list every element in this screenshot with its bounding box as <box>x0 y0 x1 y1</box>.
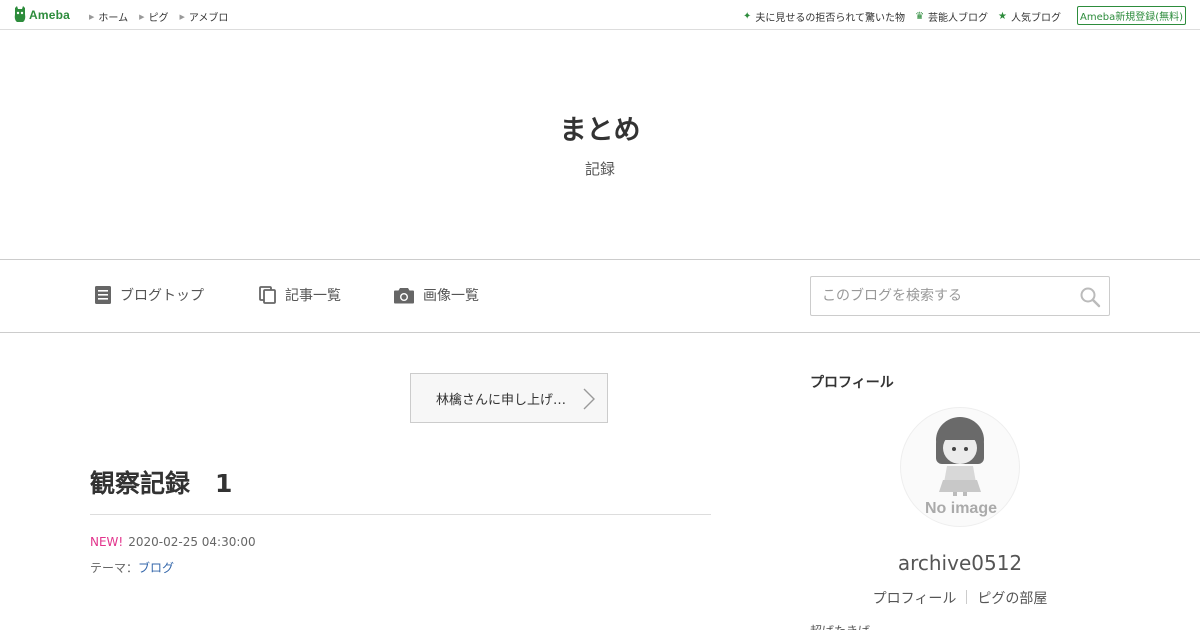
ameba-logo[interactable]: Ameba <box>13 6 70 23</box>
next-article-button[interactable]: 林檎さんに申し上げ… <box>410 373 608 423</box>
profile-bio-partial: 超ばたきば <box>810 622 870 630</box>
star-icon: ★ <box>998 11 1007 22</box>
profile-username[interactable]: archive0512 <box>810 551 1110 575</box>
logo-text: Ameba <box>29 7 71 22</box>
link-label: 人気ブログ <box>1011 13 1061 24</box>
nav-item-label: 記事一覧 <box>285 288 341 304</box>
divider <box>90 514 711 515</box>
blog-description: 記録 <box>584 160 615 178</box>
nav-item-label: 画像一覧 <box>423 288 479 304</box>
sparkle-icon: ✦ <box>742 11 752 22</box>
nav-article-list[interactable]: 記事一覧 <box>259 285 341 305</box>
ameba-mascot-icon <box>14 6 26 22</box>
chevron-right-icon <box>583 388 595 410</box>
theme-link[interactable]: ブログ <box>138 561 174 575</box>
nav-blog-top[interactable]: ブログトップ <box>95 285 204 305</box>
search-icon[interactable] <box>1079 286 1101 308</box>
next-article-label: 林檎さんに申し上げ… <box>436 392 567 408</box>
entry-title[interactable]: 観察記録 1 <box>90 464 232 500</box>
nav-ameblo-link[interactable]: ▶ アメブロ <box>179 9 229 25</box>
nav-home-link[interactable]: ▶ ホーム <box>89 9 129 25</box>
avatar[interactable]: No image <box>900 407 1020 527</box>
nav-label: ピグ <box>148 13 169 24</box>
featured-link-celebrity[interactable]: ♛ 芸能人ブログ <box>915 9 988 24</box>
global-header: Ameba ▶ ホーム ▶ ピグ ▶ アメブロ ✦ 夫に見せるの拒否られて驚いた物 ♛ 芸… <box>0 0 1200 30</box>
entry-meta: NEW! 2020-02-25 04:30:00 <box>90 535 256 549</box>
nav-label: ホーム <box>98 13 129 24</box>
profile-links: プロフィール ピグの部屋 <box>810 588 1110 608</box>
link-label: 芸能人ブログ <box>928 13 989 24</box>
entry-date: 2020-02-25 04:30:00 <box>128 535 256 549</box>
link-label: 夫に見せるの拒否られて驚いた物 <box>755 13 906 24</box>
avatar-placeholder-text: No image <box>924 500 997 517</box>
signup-button[interactable]: Ameba新規登録(無料) <box>1077 6 1186 25</box>
pigg-room-link[interactable]: ピグの部屋 <box>967 588 1057 608</box>
nav-item-label: ブログトップ <box>120 288 204 304</box>
triangle-icon: ▶ <box>179 12 185 21</box>
triangle-icon: ▶ <box>89 12 95 21</box>
copy-icon <box>259 286 276 304</box>
camera-icon <box>394 287 414 303</box>
featured-link-popular[interactable]: ★ 人気ブログ <box>998 9 1061 24</box>
featured-links: ✦ 夫に見せるの拒否られて驚いた物 ♛ 芸能人ブログ ★ 人気ブログ <box>743 9 1061 24</box>
blog-title[interactable]: まとめ <box>0 108 1200 147</box>
nav-label: アメブロ <box>188 13 229 24</box>
nav-pigg-link[interactable]: ▶ ピグ <box>139 9 169 25</box>
entry-theme: テーマ：ブログ <box>90 559 174 576</box>
document-icon <box>95 286 111 304</box>
blog-nav: ブログトップ 記事一覧 画像一覧 <box>0 259 1200 333</box>
search-input[interactable] <box>811 277 1071 315</box>
crown-icon: ♛ <box>915 11 925 22</box>
new-badge: NEW! <box>90 535 124 549</box>
global-nav: ▶ ホーム ▶ ピグ ▶ アメブロ <box>89 9 229 25</box>
blog-search <box>810 276 1110 316</box>
theme-label: テーマ： <box>90 561 139 575</box>
profile-heading: プロフィール <box>810 375 894 391</box>
nav-image-list[interactable]: 画像一覧 <box>394 285 479 305</box>
triangle-icon: ▶ <box>139 12 145 21</box>
featured-link-trending[interactable]: ✦ 夫に見せるの拒否られて驚いた物 <box>743 9 905 24</box>
profile-link[interactable]: プロフィール <box>863 588 967 608</box>
